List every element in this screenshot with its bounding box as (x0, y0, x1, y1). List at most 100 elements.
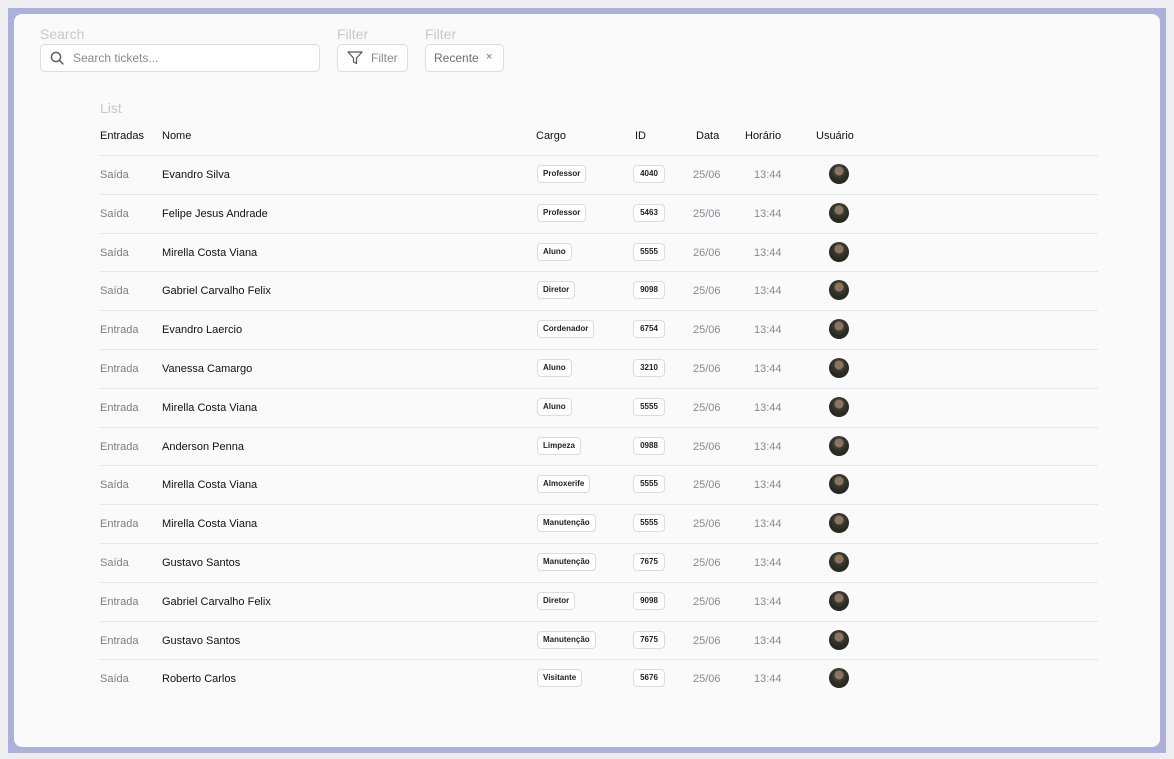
entry-type: Entrada (100, 324, 139, 337)
role-badge: Aluno (537, 242, 572, 261)
table-row[interactable]: Entrada Vanessa Camargo Aluno 3210 25/06 13:4… (100, 349, 1098, 388)
entry-type: Entrada (100, 595, 139, 608)
entry-type: Saída (100, 169, 129, 181)
date-cell: 25/06 (693, 518, 721, 531)
avatar[interactable] (829, 280, 849, 301)
table-row[interactable]: Entrada Anderson Penna Limpeza 0988 25/06 13:… (100, 426, 1098, 466)
time-cell: 13:44 (754, 440, 782, 453)
role-badge: Limpeza (537, 436, 582, 455)
date-cell: 25/06 (693, 557, 721, 569)
column-header-horario: Horário (745, 130, 782, 142)
avatar[interactable] (829, 668, 849, 689)
search-icon (50, 51, 64, 65)
id-badge: 5555 (633, 514, 665, 533)
time-cell: 13:44 (754, 207, 782, 220)
id-badge: 4040 (633, 165, 665, 183)
person-name: Mirella Costa Viana (162, 518, 258, 531)
avatar[interactable] (829, 241, 849, 262)
avatar[interactable] (829, 474, 849, 495)
table-row[interactable]: Saída Mirella Costa Viana Aluno 5555 26/06 13… (100, 232, 1098, 272)
person-name: Gustavo Santos (162, 557, 241, 569)
id-badge: 7675 (633, 553, 665, 571)
id-badge: 7675 (633, 630, 665, 649)
table-row[interactable]: Entrada Mirella Costa Viana Manutenção 5555… (100, 504, 1098, 543)
id-badge: 5676 (633, 669, 665, 688)
id-badge: 0988 (633, 436, 665, 455)
remove-filter-icon[interactable]: × (486, 50, 492, 64)
role-badge: Diretor (537, 281, 576, 300)
time-cell: 13:44 (754, 401, 782, 414)
avatar[interactable] (829, 552, 849, 572)
time-cell: 13:44 (754, 595, 782, 608)
table-row[interactable]: Saída Felipe Jesus Andrade Professor 5463 25… (100, 193, 1098, 233)
date-cell: 25/06 (693, 324, 721, 337)
id-badge: 5463 (633, 203, 665, 222)
date-cell: 25/06 (693, 363, 721, 375)
entry-type: Entrada (100, 440, 139, 453)
active-filter-section-label: Filter (425, 26, 457, 42)
time-cell: 13:44 (754, 169, 782, 181)
role-badge: Aluno (537, 359, 572, 377)
id-badge: 5555 (633, 475, 665, 494)
avatar[interactable] (829, 164, 849, 184)
person-name: Evandro Silva (162, 169, 230, 181)
table-row[interactable]: Saída Gabriel Carvalho Felix Diretor 9098 25… (100, 271, 1098, 310)
entry-type: Saída (100, 557, 129, 569)
table-row[interactable]: Entrada Gustavo Santos Manutenção 7675 25/06… (100, 620, 1098, 660)
avatar[interactable] (829, 319, 849, 340)
date-cell: 25/06 (693, 440, 721, 453)
entry-type: Saída (100, 285, 129, 298)
table-row[interactable]: Saída Evandro Silva Professor 4040 25/06 13:4… (100, 155, 1098, 194)
person-name: Gabriel Carvalho Felix (162, 285, 271, 298)
date-cell: 25/06 (693, 169, 721, 181)
table-row[interactable]: Entrada Mirella Costa Viana Aluno 5555 25/06… (100, 387, 1098, 427)
id-badge: 5555 (633, 397, 665, 416)
role-badge: Visitante (537, 669, 583, 688)
date-cell: 25/06 (693, 285, 721, 298)
person-name: Evandro Laercio (162, 324, 243, 337)
time-cell: 13:44 (754, 324, 782, 337)
time-cell: 13:44 (754, 518, 782, 531)
avatar[interactable] (829, 396, 849, 417)
table-row[interactable]: Entrada Evandro Laercio Cordenador 6754 25/0… (100, 310, 1098, 349)
list-section-label: List (100, 100, 122, 116)
time-cell: 13:44 (754, 673, 782, 686)
column-header-nome: Nome (162, 130, 192, 142)
active-filter-chip[interactable]: Recente × (425, 44, 504, 72)
entry-type: Entrada (100, 518, 139, 531)
search-section-label: Search (40, 26, 85, 42)
table-row[interactable]: Saída Roberto Carlos Visitante 5676 25/06 13:… (100, 659, 1098, 698)
person-name: Vanessa Camargo (162, 363, 253, 375)
id-badge: 9098 (633, 281, 665, 300)
avatar[interactable] (829, 202, 849, 223)
table-row[interactable]: Entrada Gabriel Carvalho Felix Diretor 9098… (100, 581, 1098, 621)
role-badge: Aluno (537, 397, 572, 416)
filter-button[interactable]: Filter (337, 44, 408, 72)
entry-type: Entrada (100, 401, 139, 414)
role-badge: Manutenção (537, 553, 596, 571)
entry-type: Saída (100, 479, 129, 492)
filter-icon (347, 51, 363, 65)
table-row[interactable]: Saída Mirella Costa Viana Almoxerife 5555 25… (100, 465, 1098, 504)
avatar[interactable] (829, 358, 849, 378)
search-input[interactable] (73, 45, 303, 71)
person-name: Anderson Penna (162, 440, 244, 453)
id-badge: 9098 (633, 591, 665, 610)
time-cell: 13:44 (754, 479, 782, 492)
time-cell: 13:44 (754, 634, 782, 647)
avatar[interactable] (829, 435, 849, 456)
person-name: Roberto Carlos (162, 673, 236, 686)
filter-button-label: Filter (371, 51, 398, 65)
column-header-usuario: Usuário (816, 130, 854, 142)
entry-type: Saída (100, 246, 129, 259)
avatar[interactable] (829, 590, 849, 611)
date-cell: 25/06 (693, 673, 721, 686)
role-badge: Manutenção (537, 630, 596, 649)
filter-section-label: Filter (337, 26, 369, 42)
role-badge: Cordenador (537, 320, 595, 339)
person-name: Mirella Costa Viana (162, 246, 258, 259)
date-cell: 25/06 (693, 634, 721, 647)
table-row[interactable]: Saída Gustavo Santos Manutenção 7675 25/06 13… (100, 543, 1098, 582)
avatar[interactable] (829, 513, 849, 534)
avatar[interactable] (829, 629, 849, 650)
